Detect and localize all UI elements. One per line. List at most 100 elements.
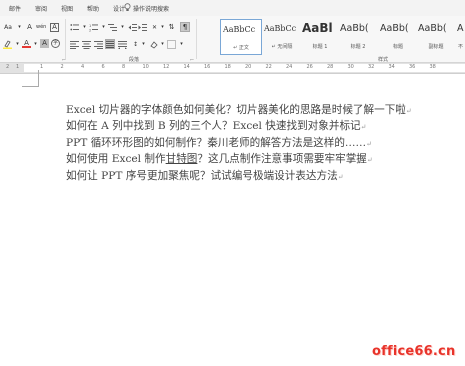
tell-me-search[interactable]: 操作说明搜索	[133, 4, 169, 13]
chevron-down-icon[interactable]: ▾	[158, 40, 167, 49]
paragraph[interactable]: 如何在 A 列中找到 B 列的三个人？Excel 快速找到对象并标记↵	[66, 119, 461, 135]
phonetic-guide-button[interactable]: wén	[36, 23, 46, 32]
style-no-spacing[interactable]: AaBbCc ↵ 无间隔	[262, 19, 302, 53]
style-name: 标题 1	[312, 44, 328, 50]
ruler-number: 30	[347, 64, 354, 70]
paragraph-group-label: 段落	[129, 57, 140, 63]
font-color-button[interactable]: A	[22, 39, 31, 48]
paragraph[interactable]: 如何使用 Excel 制作甘特图？这几点制作注意事项需要牢牢掌握↵	[66, 152, 461, 168]
style-preview: AaBb(	[380, 23, 409, 34]
divider	[196, 19, 197, 59]
ruler-number: 14	[183, 64, 190, 70]
style-title[interactable]: AaBb( 标题	[378, 19, 418, 53]
ruler-number: 1	[16, 64, 20, 70]
style-preview: AaBbCc	[264, 24, 297, 33]
style-more[interactable]: A 不	[456, 19, 465, 53]
paragraph-mark: ↵	[360, 123, 367, 132]
style-heading-2[interactable]: AaBb( 标题 2	[338, 19, 378, 53]
style-name: 标题 2	[350, 44, 366, 50]
ruler-number: 26	[306, 64, 313, 70]
menu-help[interactable]: 帮助	[87, 4, 99, 13]
style-preview: AaBb(	[340, 23, 369, 34]
enclose-char-button[interactable]: 字	[51, 39, 60, 48]
increase-indent-icon[interactable]	[138, 23, 147, 32]
ruler-number: 2	[6, 64, 10, 70]
align-right-icon[interactable]	[94, 40, 103, 49]
style-preview: AaBbCc	[223, 25, 256, 34]
style-preview: AaBb(	[418, 23, 447, 34]
align-left-icon[interactable]	[70, 40, 79, 49]
style-name: ↵ 无间隔	[271, 44, 293, 50]
ruler-number: 28	[327, 64, 334, 70]
paragraph-text: ？这几点制作注意事项需要牢牢掌握	[197, 153, 367, 166]
margin-corner-mark	[38, 70, 39, 87]
ruler-number: 6	[101, 64, 105, 70]
chevron-down-icon[interactable]: ▾	[158, 23, 167, 32]
style-normal[interactable]: AaBbCc ↵ 正文	[220, 19, 262, 55]
borders-icon[interactable]	[167, 40, 176, 49]
multilevel-list-icon[interactable]	[108, 23, 117, 32]
char-border-button[interactable]: A	[50, 23, 59, 32]
align-center-icon[interactable]	[82, 40, 91, 49]
shading-icon[interactable]	[149, 40, 158, 49]
chevron-down-icon[interactable]: ▾	[139, 40, 148, 49]
style-preview: AaBl	[302, 21, 333, 35]
menu-mailings[interactable]: 邮件	[9, 4, 21, 13]
document-body[interactable]: Excel 切片器的字体颜色如何美化？切片器美化的思路是时候了解一下啦↵ 如何在…	[66, 103, 461, 185]
chevron-down-icon[interactable]: ▾	[31, 40, 40, 49]
distributed-icon[interactable]	[118, 40, 127, 50]
ruler-number: 36	[409, 64, 416, 70]
paragraph[interactable]: 如何让 PPT 序号更加聚焦呢？试试编号极端设计表达方法↵	[66, 169, 461, 185]
ruler-number: 24	[286, 64, 293, 70]
svg-text:2: 2	[89, 29, 91, 33]
clear-format-button[interactable]: A	[25, 23, 34, 32]
paragraph-mark: ↵	[405, 107, 412, 115]
style-name: ↵ 正文	[233, 45, 249, 51]
lightbulb-icon	[124, 3, 131, 11]
paragraph-text: 如何使用 Excel 制作	[66, 153, 166, 166]
styles-group-label: 样式	[378, 57, 389, 63]
style-preview: A	[457, 23, 464, 34]
char-shading-button[interactable]: A	[40, 39, 49, 48]
highlight-icon[interactable]	[3, 40, 12, 49]
watermark-logo: office66.cn	[372, 344, 456, 359]
ruler-number: 34	[388, 64, 395, 70]
chevron-down-icon[interactable]: ▾	[99, 23, 108, 32]
justify-icon[interactable]	[105, 39, 115, 49]
ruler-number: 10	[142, 64, 149, 70]
ruler-number: 2	[60, 64, 64, 70]
sort-icon[interactable]: ⇅	[167, 23, 176, 32]
style-name: 不	[457, 44, 463, 50]
show-marks-icon[interactable]: ¶	[180, 22, 190, 32]
menu-view[interactable]: 视图	[61, 4, 73, 13]
ruler-number: 18	[224, 64, 231, 70]
ruler-number: 1	[40, 64, 44, 70]
decrease-indent-icon[interactable]	[128, 23, 137, 32]
ruler-number: 8	[122, 64, 126, 70]
bullets-icon[interactable]	[70, 23, 79, 32]
ruler-number: 20	[245, 64, 252, 70]
paragraph-mark: ↵	[366, 139, 372, 148]
numbering-icon[interactable]: 12	[89, 23, 98, 33]
divider	[65, 19, 66, 59]
svg-text:1: 1	[89, 24, 91, 28]
style-name: 副标题	[428, 44, 444, 50]
menu-review[interactable]: 审阅	[35, 4, 47, 13]
paragraph-text: 如何让 PPT 序号更加聚焦呢？试试编号极端设计表达方法	[66, 169, 338, 182]
paragraph[interactable]: Excel 切片器的字体颜色如何美化？切片器美化的思路是时候了解一下啦↵	[66, 103, 461, 119]
paragraph[interactable]: PPT 循环环形图的如何制作？秦川老师的解答方法是这样的……↵	[66, 136, 461, 152]
underlined-text: 甘特图	[165, 153, 198, 166]
style-heading-1[interactable]: AaBl 标题 1	[300, 19, 340, 53]
chevron-down-icon[interactable]: ▾	[13, 40, 22, 49]
change-case-button[interactable]: Aa	[3, 23, 13, 32]
paragraph-text: PPT 循环环形图的如何制作？秦川老师的解答方法是这样的……	[66, 136, 367, 149]
chevron-down-icon[interactable]: ▾	[80, 23, 89, 32]
ruler-number: 32	[368, 64, 375, 70]
ruler-number: 22	[265, 64, 272, 70]
chevron-down-icon[interactable]: ▾	[118, 23, 127, 32]
ruler-number: 4	[81, 64, 85, 70]
chevron-down-icon[interactable]: ▾	[177, 40, 186, 49]
horizontal-ruler[interactable]: 2 1 1 2 4 6 8 10 12 14 16 18 20 22 24 26 28 30 32 34 36 38	[0, 63, 465, 74]
style-subtitle[interactable]: AaBb( 副标题	[416, 19, 456, 53]
chevron-down-icon[interactable]: ▾	[15, 23, 24, 32]
